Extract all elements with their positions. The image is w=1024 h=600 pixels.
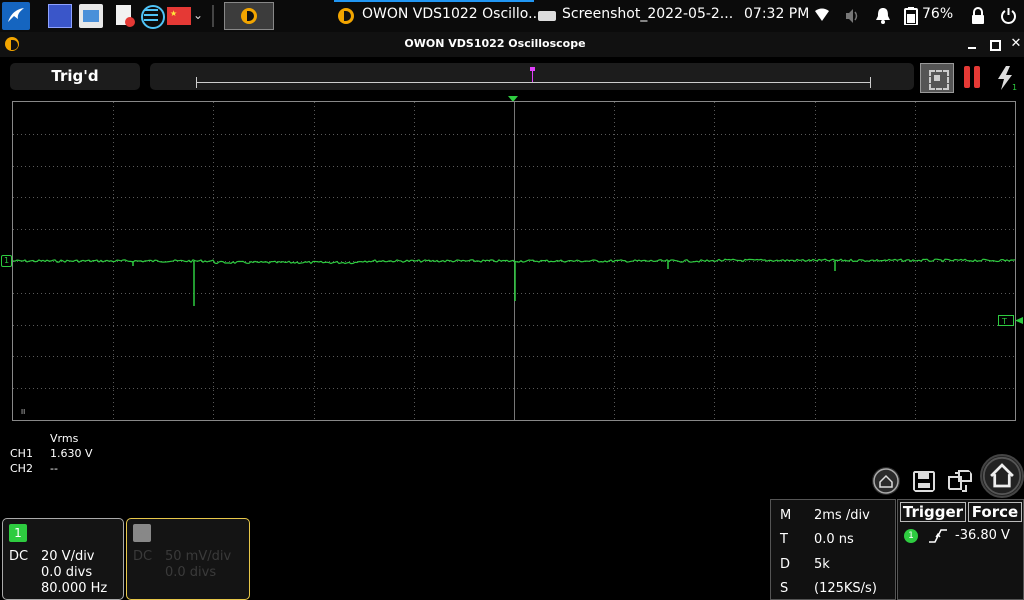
timebase-track-start: [196, 77, 197, 88]
notification-bell-icon[interactable]: [875, 7, 891, 24]
svg-text:T: T: [1001, 317, 1007, 326]
timebase-position-handle[interactable]: [530, 67, 535, 82]
export-icon[interactable]: [946, 467, 974, 495]
ch1-offset-marker[interactable]: 1: [1, 255, 12, 267]
measurement-value: --: [50, 462, 58, 475]
taskbar: ★ ⌄ OWON VDS1022 Oscillo... Screenshot_2…: [0, 0, 1024, 32]
home-icon[interactable]: [980, 454, 1024, 498]
timebase-row[interactable]: M 2ms /div: [780, 508, 870, 523]
trigger-tab[interactable]: Trigger: [900, 502, 966, 522]
volume-muted-icon[interactable]: [845, 8, 861, 24]
timebase-position-bar[interactable]: [150, 63, 914, 90]
web-browser-icon[interactable]: [140, 4, 165, 29]
memory-marker: II: [21, 408, 26, 416]
waveform-display[interactable]: II: [12, 101, 1016, 421]
rising-edge-icon[interactable]: [928, 528, 948, 544]
timebase-track-end: [870, 77, 871, 88]
terminal-flag-icon[interactable]: ★: [167, 7, 191, 25]
force-trigger-button[interactable]: Force: [968, 502, 1022, 522]
measurement-channel: CH2: [10, 462, 33, 475]
row-key: S: [780, 581, 789, 596]
power-icon[interactable]: [1000, 7, 1017, 24]
ch1-settings-panel[interactable]: 1 DC 20 V/div 0.0 divs 80.000 Hz: [2, 518, 124, 600]
reference-waveform-icon[interactable]: [872, 467, 900, 495]
trigger-status-button[interactable]: Trig'd: [10, 63, 140, 90]
window-titlebar: OWON VDS1022 Oscilloscope ✕: [0, 32, 1024, 57]
document-icon[interactable]: [112, 4, 136, 28]
oscilloscope-app-icon: [338, 8, 354, 24]
wifi-icon[interactable]: [815, 8, 829, 22]
start-menu-icon[interactable]: [2, 2, 30, 30]
close-button[interactable]: ✕: [1009, 36, 1023, 52]
depth-row[interactable]: D 5k: [780, 557, 830, 572]
depth-value[interactable]: 5k: [814, 557, 830, 572]
timebase-value[interactable]: 2ms /div: [814, 508, 870, 523]
screenshot-app-icon: [538, 11, 556, 21]
trigger-time-row[interactable]: T 0.0 ns: [780, 532, 854, 547]
taskbar-separator: [212, 5, 214, 27]
row-key: M: [780, 508, 792, 523]
battery-percentage: 76%: [922, 6, 954, 22]
ch1-frequency: 80.000 Hz: [41, 581, 108, 596]
maximize-button[interactable]: [987, 36, 1001, 52]
pause-button[interactable]: [962, 66, 982, 90]
ch2-badge[interactable]: 2: [133, 524, 151, 542]
minimize-button[interactable]: [965, 36, 979, 52]
measurement-header: Vrms: [50, 432, 79, 445]
chevron-down-icon[interactable]: ⌄: [193, 8, 205, 32]
trigger-level-value[interactable]: -36.80 V: [955, 528, 1010, 543]
show-desktop-icon[interactable]: [48, 4, 72, 28]
scope-toolbar: Trig'd 1: [0, 57, 1024, 99]
measurement-value: 1.630 V: [50, 447, 93, 460]
trigger-time-value[interactable]: 0.0 ns: [814, 532, 854, 547]
measurement-channel: CH1: [10, 447, 33, 460]
trigger-level-marker[interactable]: T: [998, 315, 1024, 326]
save-icon[interactable]: [910, 467, 938, 495]
ch2-volts-per-div[interactable]: 50 mV/div: [165, 549, 231, 564]
horizontal-settings-panel[interactable]: M 2ms /div T 0.0 ns D 5k S (125KS/s): [770, 499, 896, 600]
battery-icon[interactable]: [904, 7, 918, 25]
taskbar-window-oscilloscope[interactable]: OWON VDS1022 Oscillo...: [334, 0, 541, 32]
trigger-source-badge[interactable]: 1: [904, 529, 918, 543]
taskbar-window-label: OWON VDS1022 Oscillo...: [362, 6, 542, 22]
single-trigger-icon[interactable]: 1: [994, 65, 1018, 91]
trigger-settings-panel[interactable]: Trigger Force 1 -36.80 V: [897, 499, 1024, 600]
oscilloscope-app-icon: [241, 8, 257, 24]
waveform-canvas: [13, 102, 1015, 420]
ch2-settings-panel[interactable]: 2 DC 50 mV/div 0.0 divs: [126, 518, 250, 600]
ch1-coupling[interactable]: DC: [9, 549, 28, 564]
taskbar-window-screenshot[interactable]: Screenshot_2022-05-2...: [536, 0, 736, 32]
timebase-track: [196, 82, 870, 83]
ch1-volts-per-div[interactable]: 20 V/div: [41, 549, 95, 564]
row-key: T: [780, 532, 788, 547]
sample-rate-row: S (125KS/s): [780, 581, 877, 596]
measurement-row-ch2: CH2 --: [10, 462, 58, 475]
sample-rate-value: (125KS/s): [814, 581, 877, 596]
autoset-button[interactable]: [920, 63, 954, 93]
window-title: OWON VDS1022 Oscilloscope: [404, 37, 586, 50]
ch2-offset[interactable]: 0.0 divs: [165, 565, 216, 580]
ch1-badge[interactable]: 1: [9, 524, 27, 542]
ch2-coupling[interactable]: DC: [133, 549, 152, 564]
file-manager-icon[interactable]: [79, 4, 103, 28]
taskbar-window-label: Screenshot_2022-05-2...: [562, 6, 734, 22]
row-key: D: [780, 557, 791, 572]
svg-text:1: 1: [1012, 83, 1017, 91]
workspace-scope-button[interactable]: [224, 2, 274, 30]
clock[interactable]: 07:32 PM: [744, 6, 809, 22]
lock-icon[interactable]: [971, 7, 985, 24]
ch1-offset[interactable]: 0.0 divs: [41, 565, 92, 580]
measurement-row-ch1: CH1 1.630 V: [10, 447, 93, 460]
